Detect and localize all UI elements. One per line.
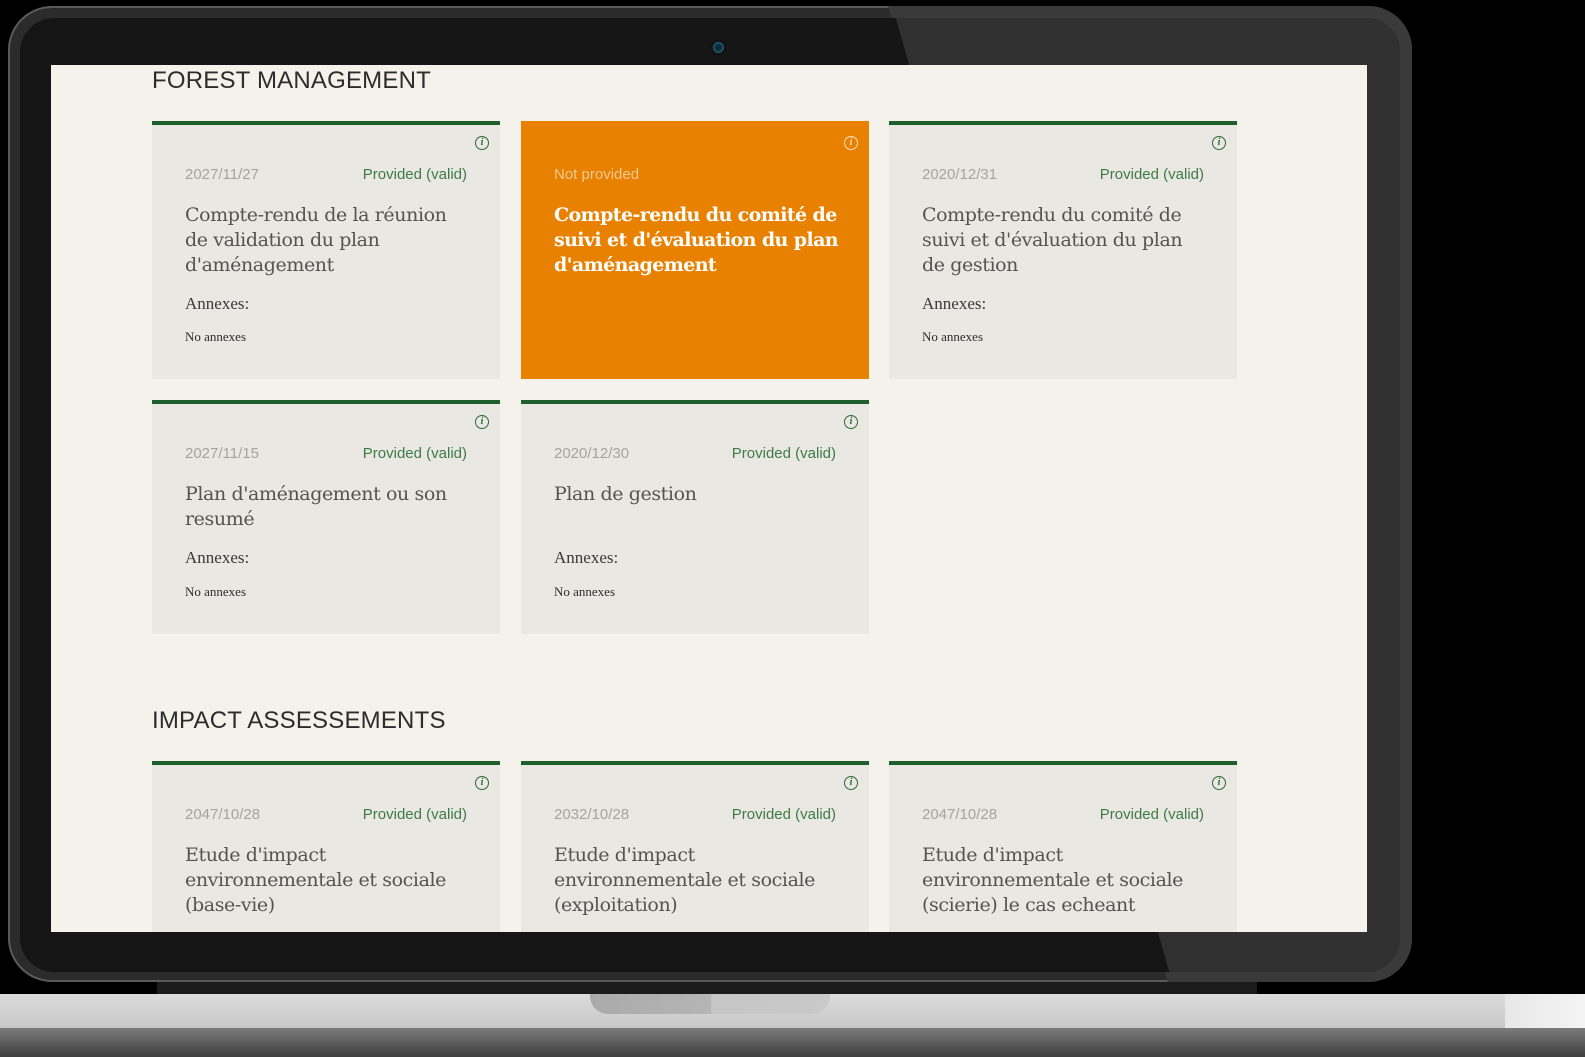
- annexes-label: Annexes:: [554, 548, 619, 567]
- card-title[interactable]: Etude d'impact environnementale et socia…: [554, 843, 839, 918]
- document-card[interactable]: i 2020/12/30 Provided (valid) Plan de ge…: [521, 400, 869, 634]
- screen: FOREST MANAGEMENT i 2027/11/27 Provided …: [51, 65, 1367, 932]
- card-title[interactable]: Etude d'impact environnementale et socia…: [185, 843, 470, 918]
- section-title-forest-management: FOREST MANAGEMENT: [152, 67, 431, 94]
- card-title[interactable]: Plan d'aménagement ou son resumé: [185, 482, 470, 532]
- info-icon[interactable]: i: [475, 415, 489, 429]
- webcam: [713, 42, 724, 53]
- card-title[interactable]: Etude d'impact environnementale et socia…: [922, 843, 1207, 918]
- info-icon[interactable]: i: [475, 136, 489, 150]
- card-date: 2032/10/28: [554, 806, 630, 823]
- document-card[interactable]: i 2027/11/15 Provided (valid) Plan d'amé…: [152, 400, 500, 634]
- info-icon[interactable]: i: [844, 136, 858, 150]
- laptop-base-bottom: [0, 1028, 1585, 1057]
- annexes-value: No annexes: [922, 329, 984, 344]
- annexes-label: Annexes:: [922, 294, 987, 313]
- card-status: Provided (valid): [731, 806, 836, 823]
- laptop-notch: [590, 994, 830, 1014]
- section-title-impact-assessments: IMPACT ASSESSEMENTS: [152, 707, 446, 734]
- card-title[interactable]: Plan de gestion: [554, 482, 839, 507]
- document-card[interactable]: i 2020/12/31 Provided (valid) Compte-ren…: [889, 121, 1237, 379]
- card-status: Provided (valid): [1099, 806, 1204, 823]
- card-date: 2020/12/30: [554, 445, 630, 462]
- info-icon[interactable]: i: [1212, 136, 1226, 150]
- annexes-label: Annexes:: [185, 294, 250, 313]
- annexes-value: No annexes: [554, 584, 616, 599]
- document-card-not-provided[interactable]: i Not provided Compte-rendu du comité de…: [521, 121, 869, 379]
- card-status: Provided (valid): [1099, 166, 1204, 183]
- info-icon[interactable]: i: [1212, 776, 1226, 790]
- document-card[interactable]: i 2047/10/28 Provided (valid) Etude d'im…: [152, 761, 500, 932]
- document-card[interactable]: i 2027/11/27 Provided (valid) Compte-ren…: [152, 121, 500, 379]
- card-status: Provided (valid): [362, 806, 467, 823]
- card-date: 2027/11/27: [185, 166, 259, 183]
- annexes-label: Annexes:: [185, 548, 250, 567]
- annexes-value: No annexes: [185, 584, 247, 599]
- card-date: 2020/12/31: [922, 166, 998, 183]
- document-card[interactable]: i 2047/10/28 Provided (valid) Etude d'im…: [889, 761, 1237, 932]
- card-title[interactable]: Compte-rendu de la réunion de validation…: [185, 203, 470, 278]
- document-card[interactable]: i 2032/10/28 Provided (valid) Etude d'im…: [521, 761, 869, 932]
- laptop-base-highlight: [1505, 994, 1585, 1028]
- card-date: 2047/10/28: [922, 806, 998, 823]
- card-status: Provided (valid): [362, 166, 467, 183]
- annexes-value: No annexes: [185, 329, 247, 344]
- info-icon[interactable]: i: [844, 415, 858, 429]
- card-date: 2027/11/15: [185, 445, 259, 462]
- card-status: Provided (valid): [731, 445, 836, 462]
- card-status: Provided (valid): [362, 445, 467, 462]
- info-icon[interactable]: i: [844, 776, 858, 790]
- card-title[interactable]: Compte-rendu du comité de suivi et d'éva…: [554, 203, 839, 278]
- card-title[interactable]: Compte-rendu du comité de suivi et d'éva…: [922, 203, 1207, 278]
- card-date: 2047/10/28: [185, 806, 261, 823]
- info-icon[interactable]: i: [475, 776, 489, 790]
- card-status: Not provided: [554, 166, 640, 183]
